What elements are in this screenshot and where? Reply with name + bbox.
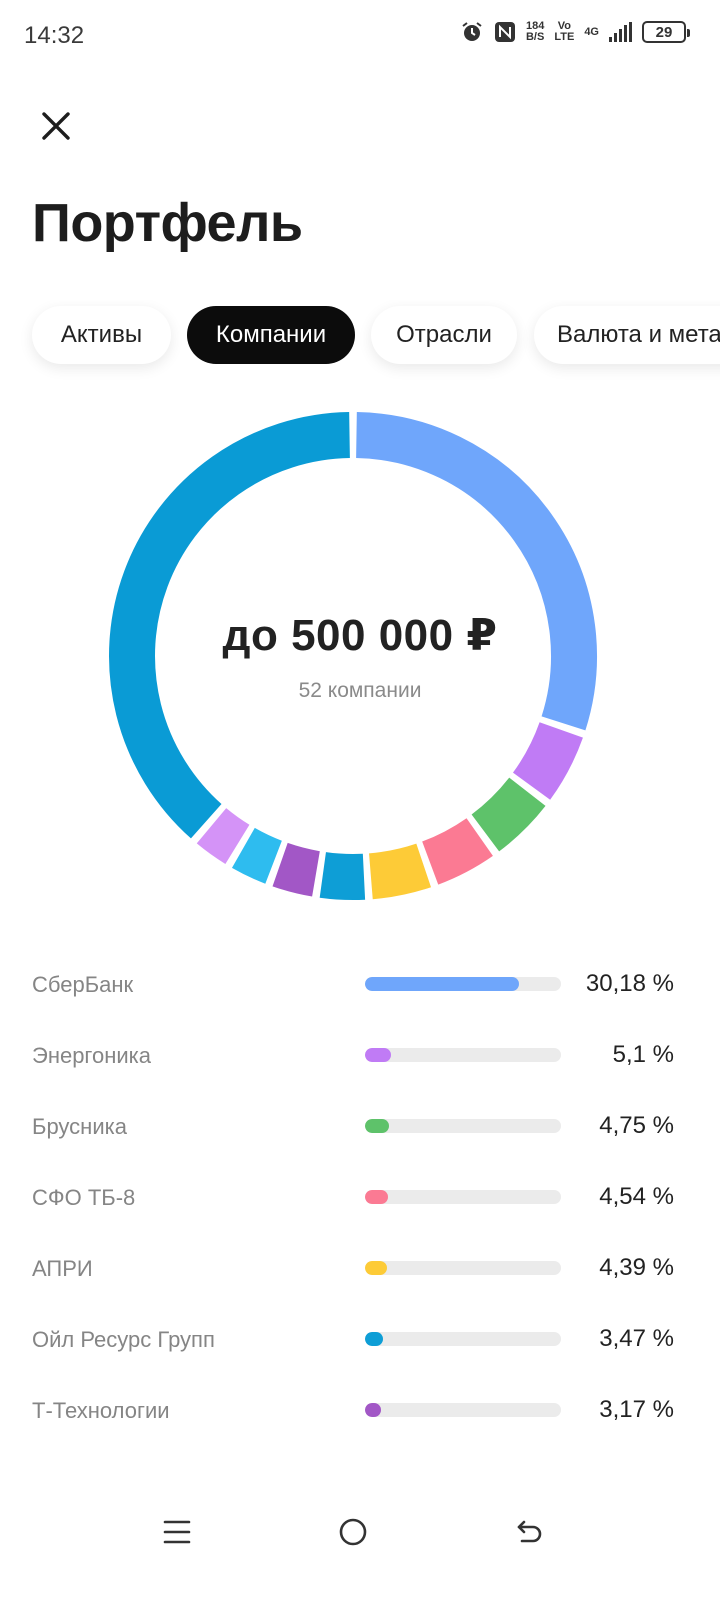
- holding-percent: 3,17 %: [599, 1396, 674, 1423]
- holding-percent: 5,1 %: [612, 1041, 674, 1068]
- status-bar: 14:32 184 B/S Vo LTE 4G 29: [0, 0, 720, 72]
- status-icons: 184 B/S Vo LTE 4G 29: [460, 20, 690, 44]
- holding-name: СберБанк: [32, 972, 134, 997]
- menu-icon: [163, 1520, 191, 1544]
- holding-row[interactable]: Энергоника 5,1 %: [0, 1021, 720, 1092]
- tab-assets[interactable]: Активы: [32, 306, 171, 364]
- donut-slice: [512, 721, 583, 800]
- battery-icon: 29: [642, 21, 690, 43]
- holding-share-fill: [365, 1190, 389, 1204]
- tab-industries[interactable]: Отрасли: [371, 306, 517, 364]
- holdings-list: СберБанк 30,18 % Энергоника 5,1 % Брусника 4,…: [0, 950, 720, 1480]
- holding-share-bar: [365, 977, 561, 991]
- donut-slice: [272, 842, 321, 897]
- list-fade: [0, 1460, 720, 1480]
- holding-name: СФО ТБ-8: [32, 1185, 136, 1210]
- donut-slice: [471, 777, 546, 852]
- donut-slice: [421, 817, 493, 885]
- holding-row[interactable]: Ойл Ресурс Групп 3,47 %: [0, 1305, 720, 1376]
- nfc-icon: [494, 21, 516, 43]
- holding-share-fill: [365, 1332, 383, 1346]
- donut-slice: [319, 852, 366, 900]
- tab-label: Компании: [215, 321, 327, 348]
- net-speed-unit: B/S: [525, 31, 545, 43]
- holding-row[interactable]: СберБанк 30,18 %: [0, 950, 720, 1021]
- holding-share-fill: [365, 977, 519, 991]
- donut-slice: [231, 827, 283, 884]
- volte-bottom: LTE: [554, 31, 575, 43]
- network-type: 4G: [584, 25, 599, 38]
- back-button[interactable]: [499, 1502, 559, 1562]
- holding-row[interactable]: СФО ТБ-8 4,54 %: [0, 1163, 720, 1234]
- volte-indicator: Vo LTE: [554, 21, 574, 43]
- companies-count: 52 компании: [298, 679, 422, 702]
- holding-percent: 4,75 %: [599, 1112, 674, 1139]
- page-title: Портфель: [32, 193, 303, 253]
- holding-name: Брусника: [32, 1114, 127, 1139]
- holding-share-bar: [365, 1190, 561, 1204]
- holding-row[interactable]: Т-Технологии 3,17 %: [0, 1376, 720, 1447]
- holding-share-bar: [365, 1403, 561, 1417]
- holding-percent: 4,39 %: [599, 1254, 674, 1281]
- holding-share-fill: [365, 1403, 382, 1417]
- battery-level: 29: [655, 23, 673, 41]
- holding-share-fill: [365, 1261, 388, 1275]
- menu-button[interactable]: [147, 1502, 207, 1562]
- alarm-icon: [460, 20, 484, 44]
- net-speed: 184 B/S: [526, 21, 544, 43]
- holding-share-bar: [365, 1332, 561, 1346]
- tab-currency-metals[interactable]: Валюта и металлы: [534, 306, 720, 364]
- tab-label: Отрасли: [396, 321, 492, 348]
- holding-share-bar: [365, 1048, 561, 1062]
- holding-share-fill: [365, 1119, 390, 1133]
- donut-center: до 500 000 ₽ 52 компании: [0, 610, 720, 703]
- holding-share-fill: [365, 1048, 391, 1062]
- donut-slice: [196, 807, 250, 864]
- holding-share-bar: [365, 1261, 561, 1275]
- tab-label: Валюта и металлы: [557, 321, 720, 348]
- home-icon: [339, 1518, 367, 1546]
- holding-percent: 4,54 %: [599, 1183, 674, 1210]
- home-button[interactable]: [323, 1502, 383, 1562]
- signal-icon: [609, 22, 632, 42]
- holding-name: Энергоника: [32, 1043, 151, 1068]
- portfolio-amount: до 500 000 ₽: [222, 611, 498, 660]
- tab-bar: Активы Компании Отрасли Валюта и металлы: [0, 300, 720, 390]
- back-icon: [517, 1520, 542, 1543]
- holding-share-bar: [365, 1119, 561, 1133]
- holding-name: Ойл Ресурс Групп: [32, 1327, 215, 1352]
- holding-name: Т-Технологии: [32, 1398, 170, 1423]
- holding-percent: 30,18 %: [585, 970, 674, 997]
- status-time: 14:32: [24, 22, 85, 49]
- close-icon: [42, 112, 70, 140]
- holding-percent: 3,47 %: [599, 1325, 674, 1352]
- tab-companies[interactable]: Компании: [187, 306, 355, 364]
- holding-name: АПРИ: [32, 1256, 93, 1281]
- holding-row[interactable]: АПРИ 4,39 %: [0, 1234, 720, 1305]
- close-button[interactable]: [34, 104, 78, 148]
- portfolio-donut-chart: до 500 000 ₽ 52 компании: [0, 400, 720, 920]
- donut-slice: [368, 843, 432, 900]
- system-navbar: [0, 1480, 720, 1600]
- tab-label: Активы: [60, 321, 143, 348]
- holding-row[interactable]: Брусника 4,75 %: [0, 1092, 720, 1163]
